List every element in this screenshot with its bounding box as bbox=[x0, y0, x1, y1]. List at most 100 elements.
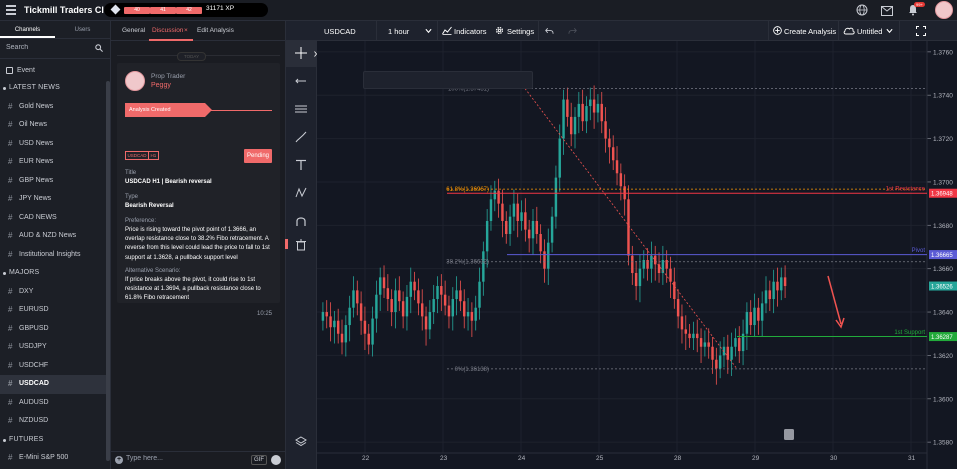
brush-tool[interactable] bbox=[286, 125, 317, 151]
user-avatar[interactable] bbox=[935, 1, 953, 19]
indicators-button[interactable]: Indicators bbox=[454, 27, 487, 36]
candle-body bbox=[325, 312, 328, 317]
text-tool[interactable] bbox=[286, 153, 317, 179]
stat-box-3: 42 bbox=[176, 7, 202, 14]
section-header[interactable]: LATEST NEWS bbox=[0, 79, 106, 98]
x-tick-label: 24 bbox=[518, 455, 526, 462]
candle-body bbox=[585, 106, 588, 122]
emoji-icon[interactable] bbox=[271, 455, 281, 465]
projection-arrow bbox=[827, 275, 842, 325]
pattern-tool[interactable] bbox=[286, 181, 317, 207]
undo-icon[interactable] bbox=[545, 27, 554, 35]
tab-edit-analysis[interactable]: Edit Analysis bbox=[197, 27, 234, 34]
author-name[interactable]: Peggy bbox=[151, 82, 171, 89]
hamburger-menu-icon[interactable] bbox=[6, 5, 16, 15]
candle-body bbox=[493, 190, 497, 200]
symbol-selector[interactable]: USDCAD bbox=[324, 27, 356, 36]
redo-icon[interactable] bbox=[568, 27, 577, 35]
channel-item[interactable]: # Institutional Insights bbox=[0, 246, 106, 265]
search-icon[interactable] bbox=[95, 44, 103, 52]
status-badge[interactable]: Pending bbox=[244, 149, 272, 163]
candle-body bbox=[443, 294, 447, 306]
panel-resize-handle[interactable] bbox=[285, 239, 288, 249]
channel-item[interactable]: # E-Mini S&P 500 bbox=[0, 449, 106, 468]
candle-body bbox=[669, 268, 672, 282]
channel-search bbox=[0, 39, 110, 59]
sidebar-scrollbar[interactable] bbox=[106, 81, 110, 461]
interval-selector[interactable]: 1 hour bbox=[388, 27, 409, 36]
floating-drawing-toolbar[interactable] bbox=[363, 71, 533, 89]
create-analysis-button[interactable]: Create Analysis bbox=[784, 27, 836, 36]
price-chart[interactable]: 1.3760 1.3740 1.3720 1.3700 1.3680 1.3660 1.36… bbox=[317, 41, 957, 469]
trend-line-tool[interactable] bbox=[286, 69, 317, 95]
search-input[interactable] bbox=[6, 44, 86, 51]
divider bbox=[899, 21, 900, 41]
fullscreen-icon[interactable] bbox=[916, 26, 926, 36]
user-stats-pill[interactable]: 40 41 42 31171 XP bbox=[104, 3, 268, 17]
tab-discussion[interactable]: Discussion bbox=[152, 27, 183, 34]
mail-icon[interactable] bbox=[881, 5, 893, 17]
candle-body bbox=[516, 203, 519, 221]
add-attachment-icon[interactable]: + bbox=[115, 456, 123, 464]
channel-item[interactable]: # AUD & NZD News bbox=[0, 227, 106, 246]
tab-general[interactable]: General bbox=[122, 27, 145, 34]
drawing-toolbar bbox=[286, 41, 317, 469]
settings-button[interactable]: Settings bbox=[507, 27, 534, 36]
candle-body bbox=[592, 99, 596, 113]
channel-label: NZDUSD bbox=[19, 417, 49, 424]
author-role: Prop Trader bbox=[151, 73, 186, 80]
candle-body bbox=[653, 255, 657, 265]
cloud-icon[interactable] bbox=[843, 26, 855, 35]
channel-item[interactable]: # USDCHF bbox=[0, 357, 106, 376]
channel-item[interactable]: # EURUSD bbox=[0, 301, 106, 320]
candle-body bbox=[768, 290, 772, 300]
channel-item[interactable]: # NZDUSD bbox=[0, 412, 106, 431]
section-header[interactable]: MAJORS bbox=[0, 264, 106, 283]
y-tick-label: 1.3700 bbox=[933, 179, 953, 186]
globe-icon[interactable] bbox=[856, 4, 868, 16]
hash-icon: # bbox=[8, 360, 13, 370]
layout-name[interactable]: Untitled bbox=[857, 27, 882, 36]
candle-body bbox=[378, 277, 382, 295]
channel-item[interactable]: # USDCAD bbox=[0, 375, 106, 394]
crosshair-tool[interactable] bbox=[286, 41, 317, 67]
chevron-down-icon[interactable] bbox=[886, 28, 893, 34]
candle-body bbox=[772, 281, 775, 300]
channel-item[interactable]: # CAD NEWS bbox=[0, 209, 106, 228]
tab-users[interactable]: Users bbox=[55, 21, 110, 38]
indicators-icon[interactable] bbox=[442, 26, 452, 35]
channel-item[interactable]: # Oil News bbox=[0, 116, 106, 135]
channel-item[interactable]: # EUR News bbox=[0, 153, 106, 172]
event-item[interactable]: Event bbox=[0, 62, 106, 80]
delete-tool[interactable] bbox=[286, 233, 317, 259]
layers-tool[interactable] bbox=[286, 429, 317, 455]
tab-discussion-close-icon[interactable]: × bbox=[184, 27, 188, 34]
candle-body bbox=[577, 103, 581, 117]
channel-item[interactable]: # GBP News bbox=[0, 172, 106, 191]
channel-item[interactable]: # USD News bbox=[0, 135, 106, 154]
channel-item[interactable]: # GBPUSD bbox=[0, 320, 106, 339]
magnet-tool[interactable] bbox=[286, 209, 317, 235]
candle-body bbox=[604, 121, 607, 139]
channel-label: DXY bbox=[19, 287, 34, 295]
hash-icon: # bbox=[8, 379, 13, 388]
gif-button[interactable]: GIF bbox=[251, 455, 267, 465]
author-avatar[interactable] bbox=[125, 71, 145, 91]
channel-item[interactable]: # AUDUSD bbox=[0, 394, 106, 413]
plus-circle-icon[interactable] bbox=[773, 26, 782, 35]
divider bbox=[437, 21, 438, 41]
gear-icon[interactable] bbox=[495, 26, 504, 35]
chevron-down-icon[interactable] bbox=[425, 28, 432, 34]
channel-item[interactable]: # JPY News bbox=[0, 190, 106, 209]
channel-item[interactable]: # USDJPY bbox=[0, 338, 106, 357]
channel-item[interactable]: # DXY bbox=[0, 283, 106, 302]
horizontal-lines-tool[interactable] bbox=[286, 97, 317, 123]
channel-item[interactable]: # Gold News bbox=[0, 98, 106, 117]
candle-body bbox=[642, 260, 645, 269]
chart-canvas[interactable]: 1.3760 1.3740 1.3720 1.3700 1.3680 1.3660 1.36… bbox=[317, 41, 957, 469]
candle-body bbox=[405, 296, 409, 317]
candle-body bbox=[730, 346, 733, 360]
message-input[interactable] bbox=[126, 455, 236, 462]
section-header[interactable]: FUTURES bbox=[0, 431, 106, 450]
tab-channels[interactable]: Channels bbox=[0, 21, 55, 38]
